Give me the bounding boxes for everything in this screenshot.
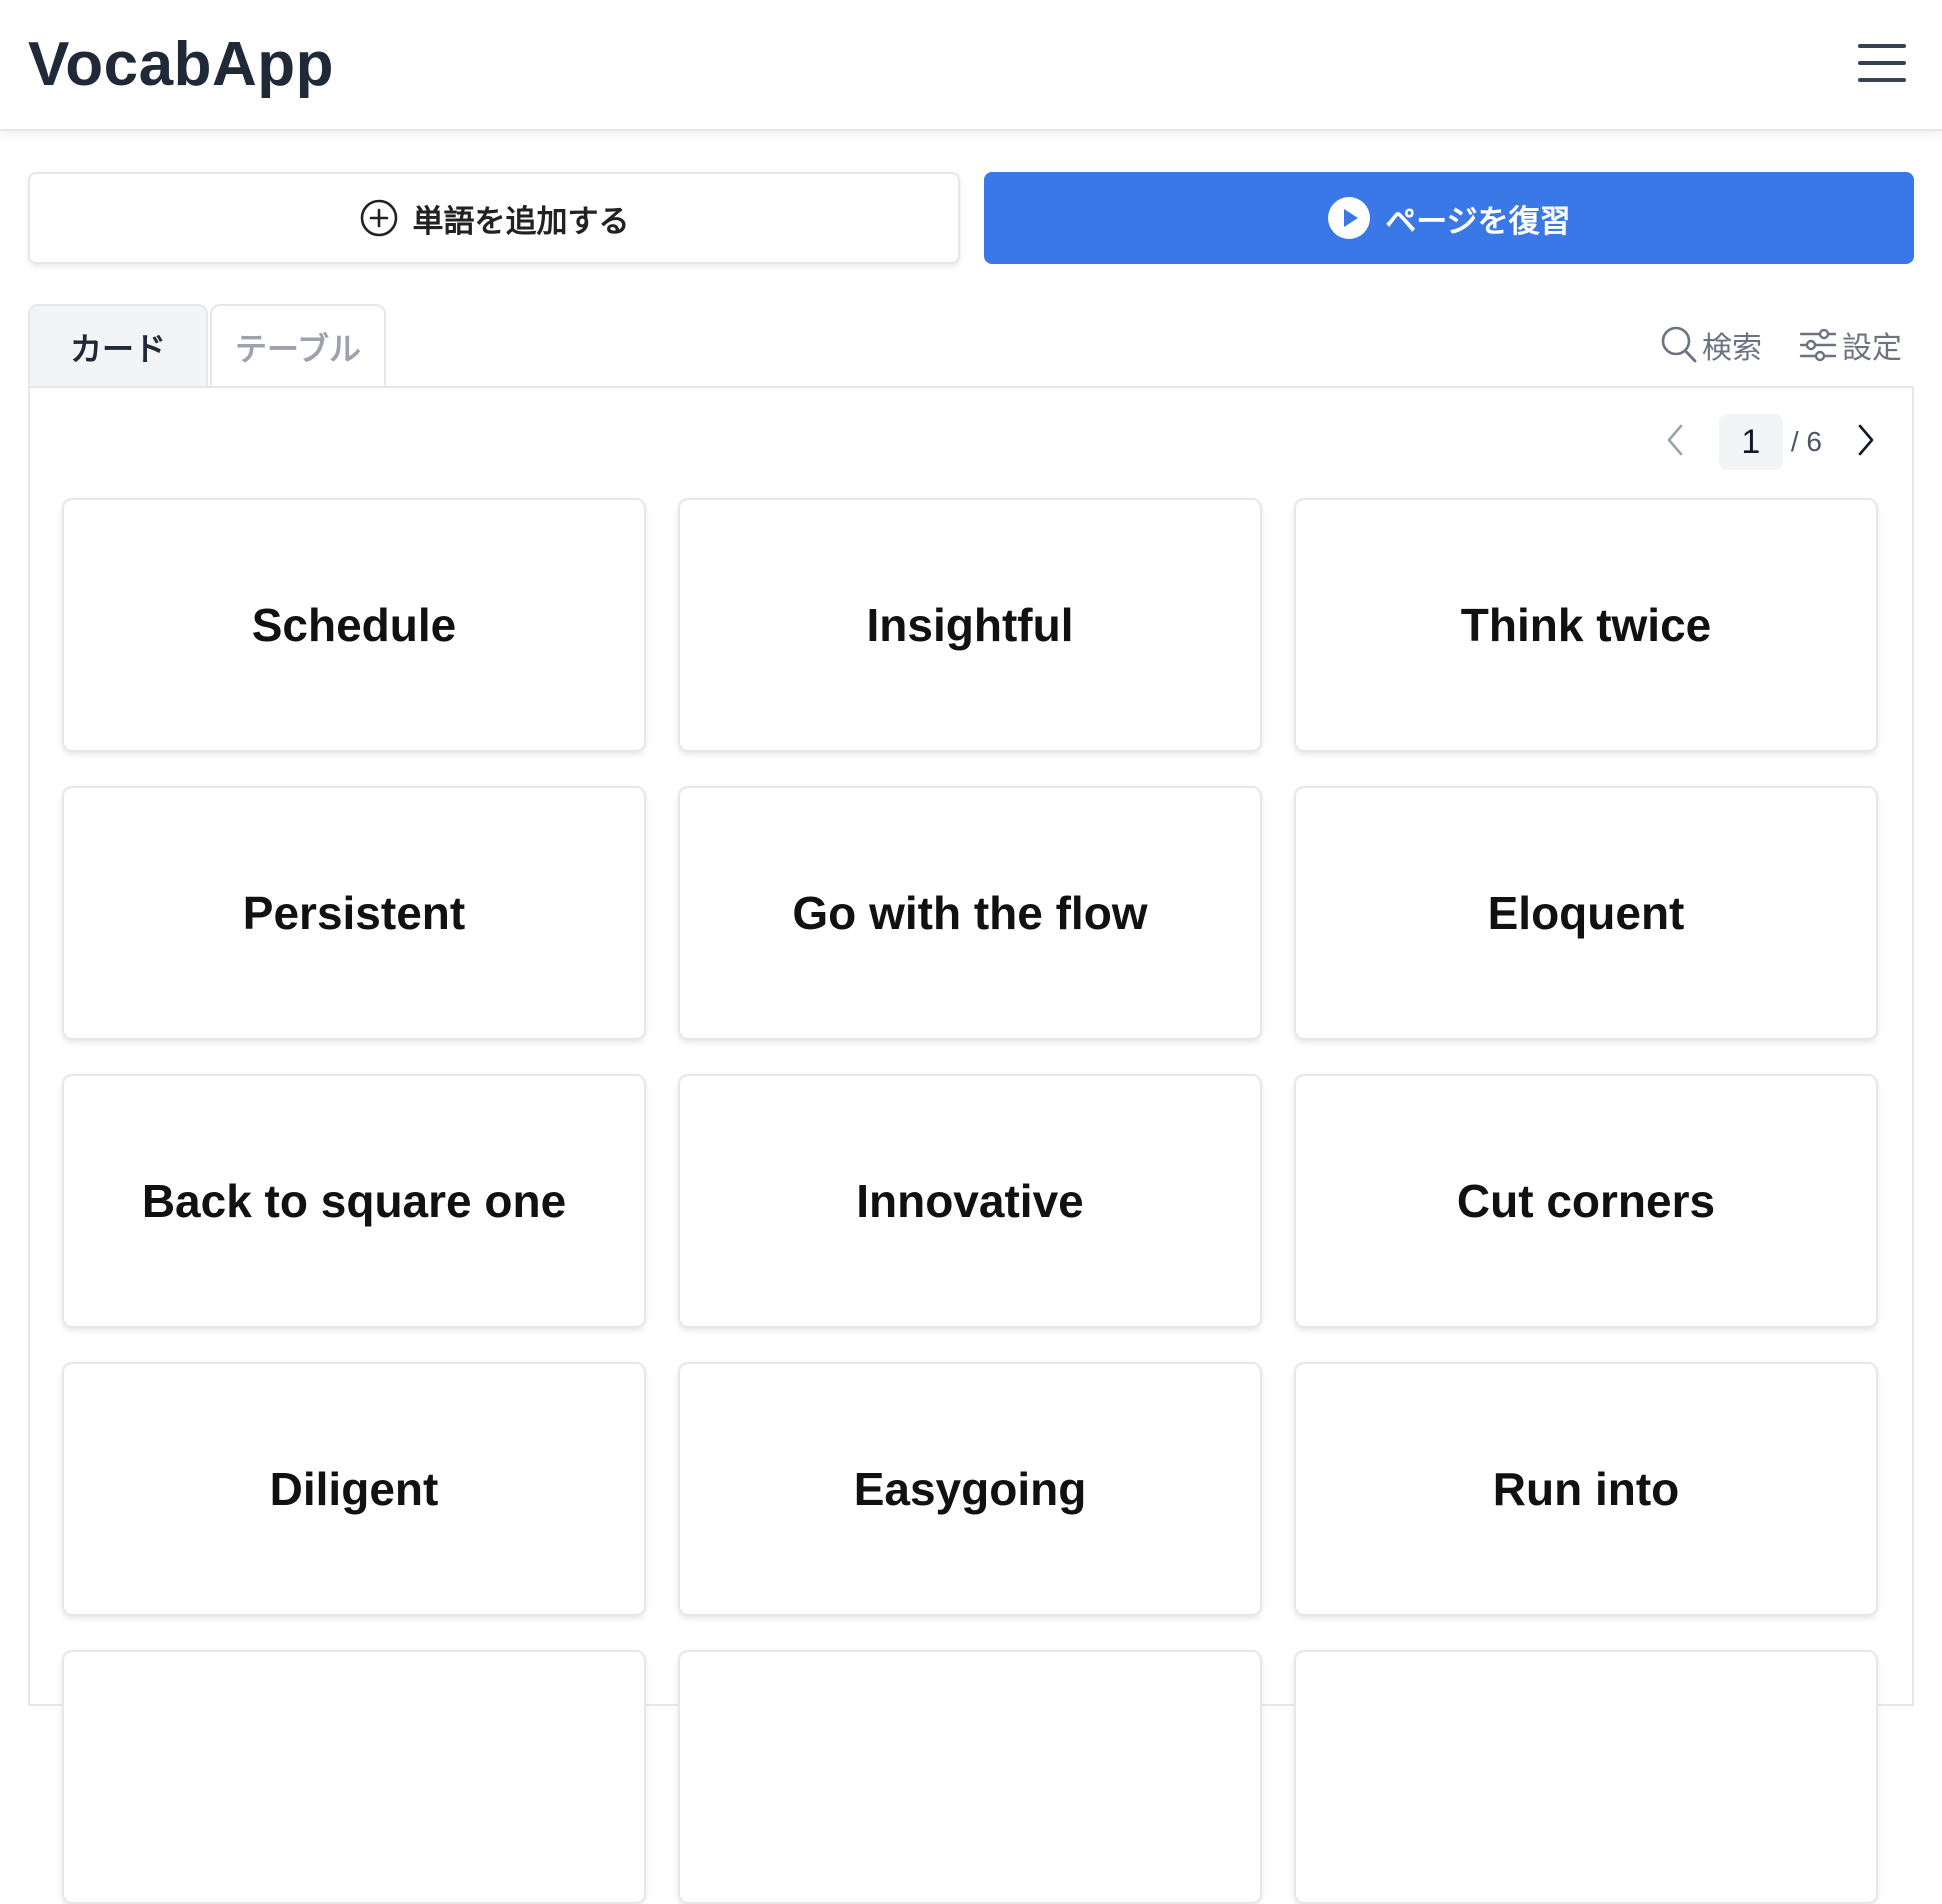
word-card-grid: Schedule Insightful Think twice Persiste… [62, 498, 1886, 1904]
next-page-button[interactable] [1844, 414, 1888, 470]
word-card-text: Back to square one [141, 1175, 567, 1227]
toolbar-right: 検索 設定 [1660, 322, 1902, 368]
add-word-button[interactable]: 単語を追加する [28, 172, 960, 264]
word-card-text: Diligent [269, 1463, 439, 1515]
chevron-left-icon [1663, 422, 1687, 463]
word-card-text: Persistent [242, 887, 466, 939]
search-label: 検索 [1702, 332, 1762, 365]
word-card-text: Eloquent [1487, 887, 1685, 939]
previous-page-button[interactable] [1653, 414, 1697, 470]
pagination: 1 / 6 [1653, 414, 1888, 470]
word-card-text: Run into [1492, 1463, 1680, 1515]
plus-circle-icon [359, 198, 399, 238]
word-card[interactable]: Back to square one [62, 1074, 646, 1328]
cards-panel: 1 / 6 Schedule Insightful Think twice Pe… [28, 386, 1914, 1904]
word-card[interactable] [1294, 1650, 1878, 1904]
word-card[interactable]: Insightful [678, 498, 1262, 752]
action-bar: 単語を追加する ページを復習 [28, 172, 1914, 264]
word-card-text: Schedule [251, 599, 457, 651]
tab-table[interactable]: テーブル [210, 304, 386, 388]
word-card[interactable]: Cut corners [1294, 1074, 1878, 1328]
word-card-text: Cut corners [1456, 1175, 1716, 1227]
search-icon [1660, 325, 1698, 365]
review-page-label: ページを復習 [1385, 203, 1571, 239]
sliders-icon [1798, 325, 1838, 365]
tab-cards[interactable]: カード [28, 304, 208, 388]
word-card-text: Insightful [866, 599, 1074, 651]
word-card-text: Easygoing [853, 1463, 1087, 1515]
word-card-text: Innovative [856, 1175, 1084, 1227]
word-card[interactable]: Eloquent [1294, 786, 1878, 1040]
word-card[interactable]: Run into [1294, 1362, 1878, 1616]
word-card[interactable]: Persistent [62, 786, 646, 1040]
settings-button[interactable]: 設定 [1798, 323, 1902, 367]
play-circle-icon [1327, 196, 1371, 240]
word-card[interactable]: Easygoing [678, 1362, 1262, 1616]
view-tabs: カード テーブル [28, 304, 386, 388]
word-card[interactable]: Go with the flow [678, 786, 1262, 1040]
chevron-right-icon [1854, 422, 1878, 463]
word-card[interactable]: Innovative [678, 1074, 1262, 1328]
word-card[interactable]: Think twice [1294, 498, 1878, 752]
current-page-input[interactable]: 1 [1718, 414, 1783, 470]
word-card[interactable] [62, 1650, 646, 1904]
search-button[interactable]: 検索 [1660, 323, 1762, 367]
word-card-text: Think twice [1460, 599, 1712, 651]
word-card[interactable]: Diligent [62, 1362, 646, 1616]
settings-label: 設定 [1842, 332, 1902, 365]
app-title: VocabApp [28, 30, 334, 99]
add-word-label: 単語を追加する [412, 203, 630, 239]
review-page-button[interactable]: ページを復習 [984, 172, 1914, 264]
word-card[interactable] [678, 1650, 1262, 1904]
word-card-text: Go with the flow [792, 887, 1148, 939]
total-pages: / 6 [1790, 426, 1822, 457]
hamburger-menu-button[interactable] [1852, 38, 1914, 92]
app-header: VocabApp [0, 0, 1942, 131]
word-card[interactable]: Schedule [62, 498, 646, 752]
